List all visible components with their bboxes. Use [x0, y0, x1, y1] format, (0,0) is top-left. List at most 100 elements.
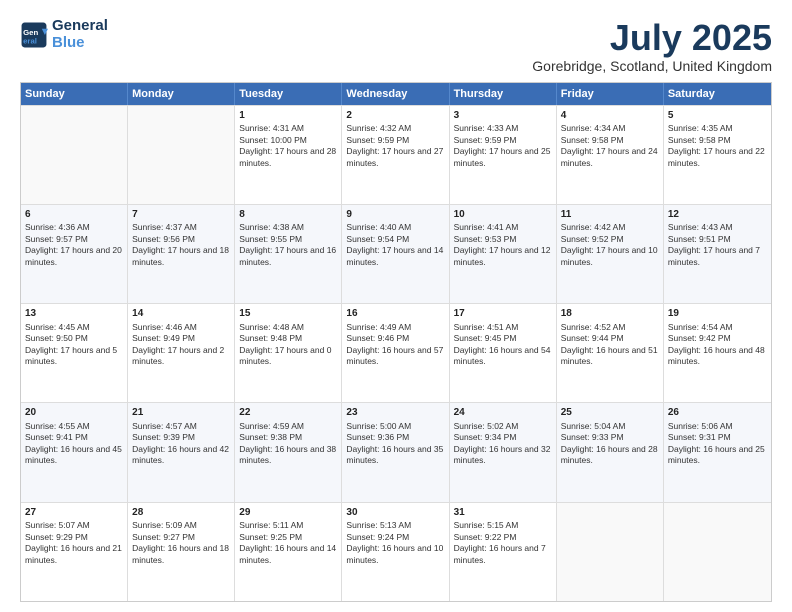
sunset-text: Sunset: 9:58 PM	[668, 135, 767, 146]
daylight-text: Daylight: 17 hours and 10 minutes.	[561, 245, 659, 268]
daylight-text: Daylight: 16 hours and 25 minutes.	[668, 444, 767, 467]
daylight-text: Daylight: 17 hours and 22 minutes.	[668, 146, 767, 169]
sunrise-text: Sunrise: 4:57 AM	[132, 421, 230, 432]
sunset-text: Sunset: 9:27 PM	[132, 532, 230, 543]
calendar-day-8: 8Sunrise: 4:38 AMSunset: 9:55 PMDaylight…	[235, 205, 342, 303]
daylight-text: Daylight: 16 hours and 7 minutes.	[454, 543, 552, 566]
day-number: 10	[454, 208, 552, 222]
daylight-text: Daylight: 16 hours and 32 minutes.	[454, 444, 552, 467]
day-number: 20	[25, 406, 123, 420]
daylight-text: Daylight: 17 hours and 18 minutes.	[132, 245, 230, 268]
day-number: 13	[25, 307, 123, 321]
main-title: July 2025	[532, 18, 772, 58]
sunrise-text: Sunrise: 4:59 AM	[239, 421, 337, 432]
header-day-saturday: Saturday	[664, 83, 771, 105]
day-number: 12	[668, 208, 767, 222]
sunrise-text: Sunrise: 4:51 AM	[454, 322, 552, 333]
daylight-text: Daylight: 16 hours and 45 minutes.	[25, 444, 123, 467]
calendar-row-3: 13Sunrise: 4:45 AMSunset: 9:50 PMDayligh…	[21, 303, 771, 402]
daylight-text: Daylight: 16 hours and 14 minutes.	[239, 543, 337, 566]
calendar-day-18: 18Sunrise: 4:52 AMSunset: 9:44 PMDayligh…	[557, 304, 664, 402]
calendar-day-4: 4Sunrise: 4:34 AMSunset: 9:58 PMDaylight…	[557, 106, 664, 204]
sunset-text: Sunset: 9:58 PM	[561, 135, 659, 146]
sunset-text: Sunset: 9:50 PM	[25, 333, 123, 344]
calendar-day-13: 13Sunrise: 4:45 AMSunset: 9:50 PMDayligh…	[21, 304, 128, 402]
sunset-text: Sunset: 9:34 PM	[454, 432, 552, 443]
daylight-text: Daylight: 17 hours and 16 minutes.	[239, 245, 337, 268]
sunrise-text: Sunrise: 4:48 AM	[239, 322, 337, 333]
calendar-day-30: 30Sunrise: 5:13 AMSunset: 9:24 PMDayligh…	[342, 503, 449, 601]
calendar-day-23: 23Sunrise: 5:00 AMSunset: 9:36 PMDayligh…	[342, 403, 449, 501]
sunset-text: Sunset: 9:38 PM	[239, 432, 337, 443]
daylight-text: Daylight: 16 hours and 21 minutes.	[25, 543, 123, 566]
calendar-day-12: 12Sunrise: 4:43 AMSunset: 9:51 PMDayligh…	[664, 205, 771, 303]
calendar-day-9: 9Sunrise: 4:40 AMSunset: 9:54 PMDaylight…	[342, 205, 449, 303]
sunrise-text: Sunrise: 4:33 AM	[454, 123, 552, 134]
sunrise-text: Sunrise: 4:45 AM	[25, 322, 123, 333]
daylight-text: Daylight: 17 hours and 12 minutes.	[454, 245, 552, 268]
calendar-day-7: 7Sunrise: 4:37 AMSunset: 9:56 PMDaylight…	[128, 205, 235, 303]
header-day-thursday: Thursday	[450, 83, 557, 105]
sunrise-text: Sunrise: 5:00 AM	[346, 421, 444, 432]
day-number: 17	[454, 307, 552, 321]
daylight-text: Daylight: 17 hours and 20 minutes.	[25, 245, 123, 268]
sunrise-text: Sunrise: 4:43 AM	[668, 222, 767, 233]
sunset-text: Sunset: 9:24 PM	[346, 532, 444, 543]
day-number: 19	[668, 307, 767, 321]
sunrise-text: Sunrise: 5:07 AM	[25, 520, 123, 531]
day-number: 24	[454, 406, 552, 420]
sunset-text: Sunset: 9:45 PM	[454, 333, 552, 344]
sunset-text: Sunset: 9:53 PM	[454, 234, 552, 245]
calendar-day-16: 16Sunrise: 4:49 AMSunset: 9:46 PMDayligh…	[342, 304, 449, 402]
calendar-day-14: 14Sunrise: 4:46 AMSunset: 9:49 PMDayligh…	[128, 304, 235, 402]
day-number: 1	[239, 109, 337, 123]
calendar-day-11: 11Sunrise: 4:42 AMSunset: 9:52 PMDayligh…	[557, 205, 664, 303]
sunset-text: Sunset: 9:56 PM	[132, 234, 230, 245]
calendar-day-19: 19Sunrise: 4:54 AMSunset: 9:42 PMDayligh…	[664, 304, 771, 402]
sunset-text: Sunset: 9:59 PM	[454, 135, 552, 146]
calendar-header: SundayMondayTuesdayWednesdayThursdayFrid…	[21, 83, 771, 105]
sunrise-text: Sunrise: 4:37 AM	[132, 222, 230, 233]
sunset-text: Sunset: 9:22 PM	[454, 532, 552, 543]
sunrise-text: Sunrise: 5:15 AM	[454, 520, 552, 531]
header-day-tuesday: Tuesday	[235, 83, 342, 105]
sunset-text: Sunset: 9:39 PM	[132, 432, 230, 443]
daylight-text: Daylight: 16 hours and 35 minutes.	[346, 444, 444, 467]
svg-text:eral: eral	[23, 36, 37, 45]
sunset-text: Sunset: 9:52 PM	[561, 234, 659, 245]
daylight-text: Daylight: 17 hours and 0 minutes.	[239, 345, 337, 368]
sunset-text: Sunset: 9:51 PM	[668, 234, 767, 245]
sunrise-text: Sunrise: 4:34 AM	[561, 123, 659, 134]
sunset-text: Sunset: 9:29 PM	[25, 532, 123, 543]
day-number: 25	[561, 406, 659, 420]
daylight-text: Daylight: 16 hours and 38 minutes.	[239, 444, 337, 467]
calendar-day-24: 24Sunrise: 5:02 AMSunset: 9:34 PMDayligh…	[450, 403, 557, 501]
day-number: 21	[132, 406, 230, 420]
sunset-text: Sunset: 9:57 PM	[25, 234, 123, 245]
sunset-text: Sunset: 9:44 PM	[561, 333, 659, 344]
calendar-day-28: 28Sunrise: 5:09 AMSunset: 9:27 PMDayligh…	[128, 503, 235, 601]
day-number: 30	[346, 506, 444, 520]
day-number: 3	[454, 109, 552, 123]
day-number: 5	[668, 109, 767, 123]
title-area: July 2025 Gorebridge, Scotland, United K…	[532, 18, 772, 74]
daylight-text: Daylight: 16 hours and 57 minutes.	[346, 345, 444, 368]
svg-text:Gen: Gen	[23, 28, 38, 37]
sunrise-text: Sunrise: 5:02 AM	[454, 421, 552, 432]
calendar: SundayMondayTuesdayWednesdayThursdayFrid…	[20, 82, 772, 602]
calendar-empty-cell	[128, 106, 235, 204]
daylight-text: Daylight: 16 hours and 28 minutes.	[561, 444, 659, 467]
day-number: 22	[239, 406, 337, 420]
daylight-text: Daylight: 16 hours and 51 minutes.	[561, 345, 659, 368]
sunrise-text: Sunrise: 4:42 AM	[561, 222, 659, 233]
sunrise-text: Sunrise: 4:35 AM	[668, 123, 767, 134]
calendar-row-4: 20Sunrise: 4:55 AMSunset: 9:41 PMDayligh…	[21, 402, 771, 501]
day-number: 8	[239, 208, 337, 222]
calendar-day-5: 5Sunrise: 4:35 AMSunset: 9:58 PMDaylight…	[664, 106, 771, 204]
daylight-text: Daylight: 17 hours and 5 minutes.	[25, 345, 123, 368]
calendar-day-25: 25Sunrise: 5:04 AMSunset: 9:33 PMDayligh…	[557, 403, 664, 501]
sunrise-text: Sunrise: 4:54 AM	[668, 322, 767, 333]
daylight-text: Daylight: 17 hours and 7 minutes.	[668, 245, 767, 268]
sunrise-text: Sunrise: 4:52 AM	[561, 322, 659, 333]
header-day-monday: Monday	[128, 83, 235, 105]
